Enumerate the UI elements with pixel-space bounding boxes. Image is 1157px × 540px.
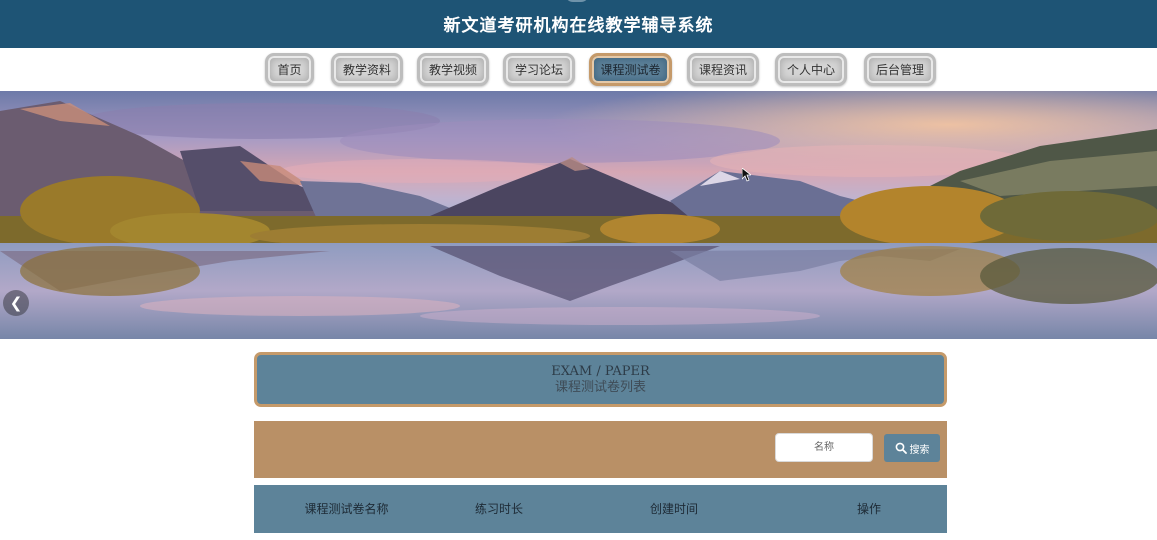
table-header: 课程测试卷名称 练习时长 创建时间 操作 — [254, 485, 947, 533]
nav-item-admin[interactable]: 后台管理 — [864, 53, 936, 86]
nav-item-exams[interactable]: 课程测试卷 — [589, 53, 672, 86]
header-bar: 新文道考研机构在线教学辅导系统 — [0, 0, 1157, 48]
column-header-created: 创建时间 — [649, 502, 698, 516]
nav-item-forum[interactable]: 学习论坛 — [503, 53, 575, 86]
search-button[interactable]: 搜索 — [884, 434, 940, 462]
column-header-actions: 操作 — [856, 502, 881, 516]
section-heading: EXAM / PAPER 课程测试卷列表 — [254, 352, 947, 407]
section-title-en: EXAM / PAPER — [551, 363, 650, 379]
landscape-image — [0, 91, 1157, 339]
nav-item-home[interactable]: 首页 — [265, 53, 314, 86]
main-nav: 首页 教学资料 教学视频 学习论坛 课程测试卷 课程资讯 个人中心 后台管理 — [0, 48, 1157, 91]
column-header-duration: 练习时长 — [474, 502, 523, 516]
nav-item-news[interactable]: 课程资讯 — [687, 53, 759, 86]
banner-carousel[interactable]: ❮ — [0, 91, 1157, 339]
nav-item-materials[interactable]: 教学资料 — [331, 53, 403, 86]
chevron-left-icon: ❮ — [9, 294, 23, 312]
mouse-cursor-icon — [742, 168, 751, 182]
nav-item-videos[interactable]: 教学视频 — [417, 53, 489, 86]
nav-item-profile[interactable]: 个人中心 — [775, 53, 847, 86]
search-panel: 搜索 — [254, 421, 947, 478]
carousel-prev-button[interactable]: ❮ — [3, 290, 29, 316]
search-button-label: 搜索 — [909, 444, 930, 456]
name-search-input[interactable] — [775, 433, 873, 462]
search-icon — [895, 442, 907, 454]
header-notch — [565, 0, 589, 2]
section-title-cn: 课程测试卷列表 — [554, 379, 646, 395]
site-title: 新文道考研机构在线教学辅导系统 — [443, 15, 714, 36]
column-header-name: 课程测试卷名称 — [304, 502, 389, 516]
